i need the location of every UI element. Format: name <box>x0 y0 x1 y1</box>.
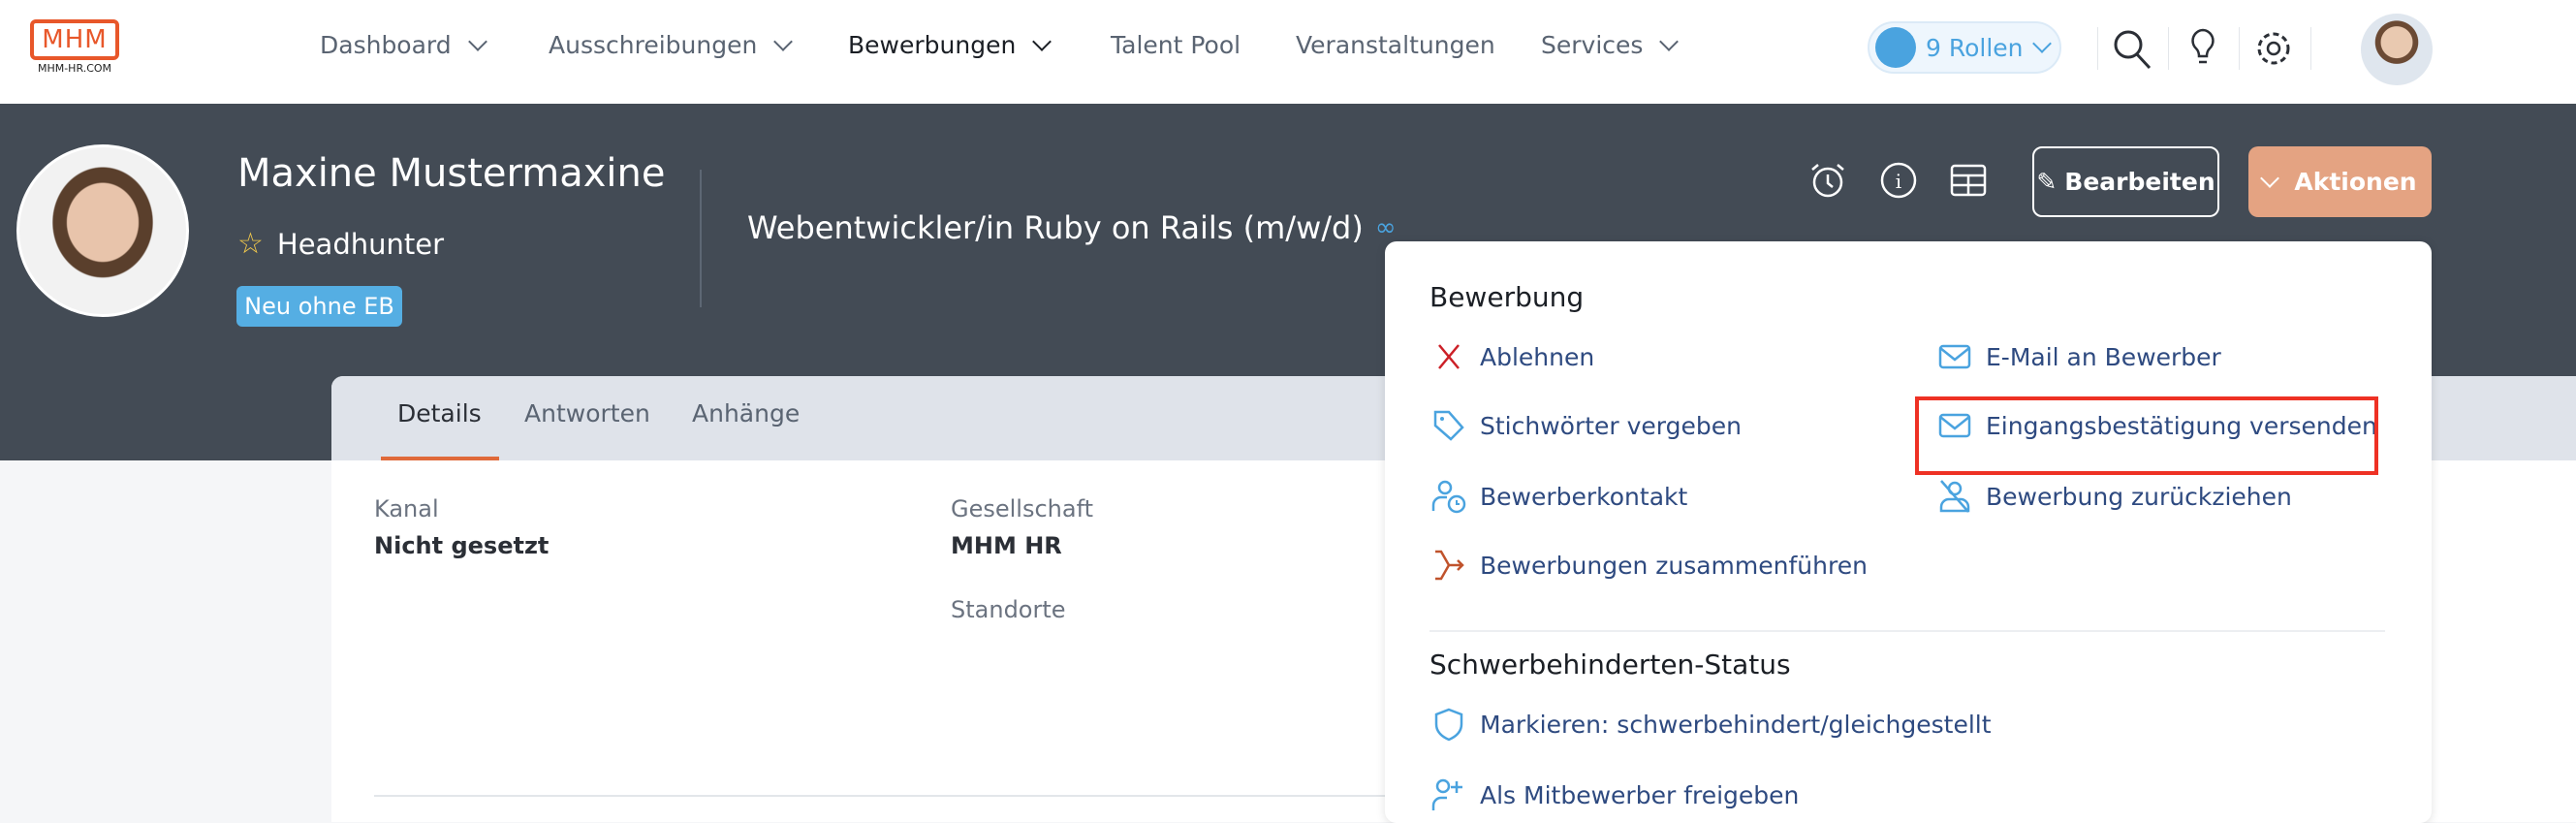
menu-item-label: Bewerbung zurückziehen <box>1986 482 2292 511</box>
merge-icon <box>1435 550 1464 581</box>
user-slash-icon <box>1939 480 1970 513</box>
divider <box>700 170 702 307</box>
divider <box>2168 27 2169 70</box>
kanal-value: Nicht gesetzt <box>374 532 550 559</box>
lightbulb-icon[interactable] <box>2182 27 2224 70</box>
link-icon[interactable]: ∞ <box>1375 213 1397 242</box>
nav-bewerbungen[interactable]: Bewerbungen <box>848 31 1052 59</box>
divider <box>374 795 1440 797</box>
standorte-label: Standorte <box>951 596 1066 623</box>
active-tab-indicator <box>381 457 499 460</box>
gesellschaft-label: Gesellschaft <box>951 495 1094 522</box>
chevron-down-icon <box>773 31 794 51</box>
nav-label: Ausschreibungen <box>549 31 758 59</box>
divider <box>2239 27 2240 70</box>
roles-dropdown[interactable]: 9 Rollen <box>1868 21 2061 74</box>
menu-item-label: Bewerberkontakt <box>1480 482 1688 511</box>
nav-label: Services <box>1541 31 1644 59</box>
roles-label: 9 Rollen <box>1926 33 2024 62</box>
table-icon[interactable] <box>1949 161 1988 200</box>
menu-item-mitbewerber[interactable]: Als Mitbewerber freigeben <box>1431 777 1799 812</box>
svg-text:i: i <box>1896 170 1901 193</box>
menu-item-label: Ablehnen <box>1480 342 1595 371</box>
chevron-down-icon <box>1659 31 1680 51</box>
menu-item-markieren[interactable]: Markieren: schwerbehindert/gleichgestell… <box>1431 707 1992 742</box>
user-plus-icon <box>1431 778 1462 810</box>
search-icon[interactable] <box>2111 27 2153 70</box>
gear-icon[interactable] <box>2252 27 2295 70</box>
job-title[interactable]: Webentwickler/in Ruby on Rails (m/w/d) ∞ <box>747 209 1396 246</box>
user-gear-icon <box>1875 27 1916 68</box>
section-heading-bewerbung: Bewerbung <box>1429 281 1585 313</box>
menu-item-label: Stichwörter vergeben <box>1480 411 1742 440</box>
tab-details[interactable]: Details <box>397 399 482 427</box>
logo[interactable]: MHM <box>30 19 119 60</box>
chevron-down-icon <box>467 31 487 51</box>
nav-dashboard[interactable]: Dashboard <box>320 31 487 59</box>
nav-label: Dashboard <box>320 31 452 59</box>
menu-item-zurueckziehen[interactable]: Bewerbung zurückziehen <box>1937 479 2292 514</box>
tab-anhaenge[interactable]: Anhänge <box>692 399 800 427</box>
job-title-label: Webentwickler/in Ruby on Rails (m/w/d) <box>747 209 1364 246</box>
edit-label: Bearbeiten <box>2064 168 2215 196</box>
menu-item-zusammenfuehren[interactable]: Bewerbungen zusammenführen <box>1431 548 1868 583</box>
edit-button[interactable]: ✎ Bearbeiten <box>2032 146 2219 217</box>
chevron-down-icon <box>1032 31 1052 51</box>
menu-item-ablehnen[interactable]: Ablehnen <box>1431 339 1594 374</box>
close-icon <box>1438 344 1460 369</box>
source-label: Headhunter <box>276 227 445 261</box>
divider <box>1429 630 2385 632</box>
menu-item-label: E-Mail an Bewerber <box>1986 342 2221 371</box>
divider <box>2097 27 2098 70</box>
section-heading-schwerbehinderung: Schwerbehinderten-Status <box>1429 649 1791 681</box>
highlight-box <box>1915 396 2378 475</box>
chevron-down-icon <box>2031 34 2052 53</box>
source: ☆ Headhunter <box>237 227 444 261</box>
gesellschaft-value: MHM HR <box>951 532 1062 559</box>
alarm-clock-icon[interactable] <box>1808 161 1847 200</box>
actions-label: Aktionen <box>2294 168 2417 196</box>
menu-item-bewerberkontakt[interactable]: Bewerberkontakt <box>1431 479 1687 514</box>
menu-item-label: Bewerbungen zusammenführen <box>1480 551 1868 580</box>
tag-icon <box>1433 410 1464 441</box>
divider <box>2310 27 2311 70</box>
actions-button[interactable]: Aktionen <box>2248 146 2432 217</box>
nav-talent-pool[interactable]: Talent Pool <box>1111 31 1241 59</box>
menu-item-stichwoerter[interactable]: Stichwörter vergeben <box>1431 408 1742 443</box>
user-clock-icon <box>1431 480 1466 514</box>
chevron-down-icon <box>2260 168 2280 188</box>
pencil-icon: ✎ <box>2036 168 2058 196</box>
info-icon[interactable]: i <box>1879 161 1918 200</box>
nav-ausschreibungen[interactable]: Ausschreibungen <box>549 31 794 59</box>
kanal-label: Kanal <box>374 495 439 522</box>
status-badge: Neu ohne EB <box>236 286 402 327</box>
star-icon[interactable]: ☆ <box>237 227 264 261</box>
menu-item-label: Als Mitbewerber freigeben <box>1480 780 1800 809</box>
applicant-avatar <box>16 144 189 317</box>
top-navbar: MHM MHM-HR.COM Dashboard Ausschreibungen… <box>0 0 2576 104</box>
tab-antworten[interactable]: Antworten <box>524 399 650 427</box>
menu-item-email[interactable]: E-Mail an Bewerber <box>1937 339 2221 374</box>
nav-label: Talent Pool <box>1111 31 1241 59</box>
menu-item-label: Markieren: schwerbehindert/gleichgestell… <box>1480 710 1992 739</box>
mail-icon <box>1938 344 1971 369</box>
logo-subtitle: MHM-HR.COM <box>37 62 112 75</box>
shield-icon <box>1434 708 1463 742</box>
nav-services[interactable]: Services <box>1541 31 1680 59</box>
nav-veranstaltungen[interactable]: Veranstaltungen <box>1296 31 1495 59</box>
nav-label: Bewerbungen <box>848 31 1017 59</box>
nav-label: Veranstaltungen <box>1296 31 1495 59</box>
user-avatar[interactable] <box>2361 14 2433 85</box>
applicant-name: Maxine Mustermaxine <box>237 151 666 196</box>
